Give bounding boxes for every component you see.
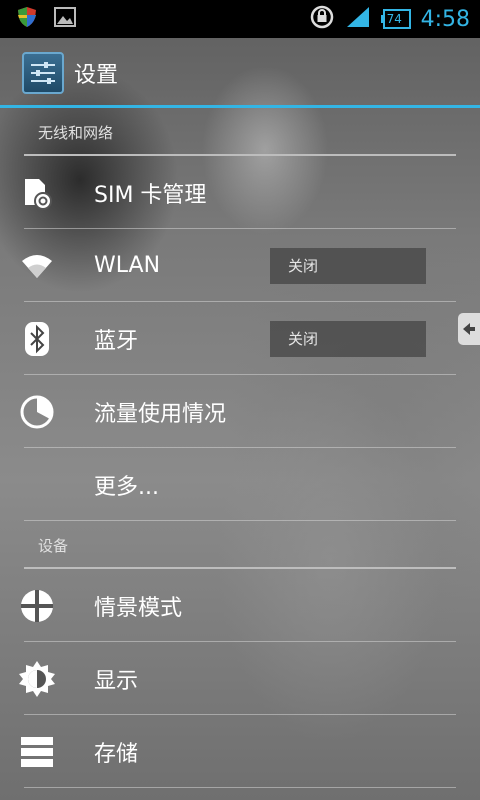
row-storage[interactable]: 存储 bbox=[0, 715, 480, 788]
display-icon bbox=[0, 660, 94, 698]
bluetooth-toggle[interactable]: 关闭 bbox=[270, 320, 426, 357]
section-header-device: 设备 bbox=[0, 521, 480, 569]
signal-icon bbox=[345, 5, 371, 33]
action-bar: 设置 bbox=[0, 38, 480, 108]
shield-icon bbox=[16, 6, 38, 32]
row-sim-management[interactable]: SIM 卡管理 bbox=[0, 156, 480, 229]
row-data-usage[interactable]: 流量使用情况 bbox=[0, 375, 480, 448]
bluetooth-icon bbox=[0, 321, 94, 357]
wlan-toggle[interactable]: 关闭 bbox=[270, 247, 426, 284]
battery-icon: 74 bbox=[380, 9, 411, 29]
status-bar: 74 4:58 bbox=[0, 0, 480, 38]
arrow-left-icon bbox=[463, 323, 475, 335]
row-display[interactable]: 显示 bbox=[0, 642, 480, 715]
settings-icon[interactable] bbox=[22, 52, 64, 94]
row-label-sim: SIM 卡管理 bbox=[94, 182, 207, 208]
clock: 4:58 bbox=[420, 6, 470, 32]
wifi-icon bbox=[0, 251, 94, 281]
rotation-lock-icon bbox=[309, 4, 335, 34]
row-profiles[interactable]: 情景模式 bbox=[0, 569, 480, 642]
row-label-profiles: 情景模式 bbox=[94, 595, 183, 621]
image-icon bbox=[54, 7, 76, 31]
page-title: 设置 bbox=[74, 63, 119, 88]
row-label-data-usage: 流量使用情况 bbox=[94, 401, 227, 427]
side-panel-handle[interactable] bbox=[458, 313, 480, 345]
profiles-icon bbox=[0, 588, 94, 624]
settings-list: 无线和网络 SIM 卡管理 WLAN 关闭 蓝牙 关闭 流量使用情况 更多...… bbox=[0, 108, 480, 800]
row-wlan[interactable]: WLAN 关闭 bbox=[0, 229, 480, 302]
row-more[interactable]: 更多... bbox=[0, 448, 480, 521]
section-header-wireless: 无线和网络 bbox=[0, 108, 480, 156]
row-label-more: 更多... bbox=[94, 474, 159, 500]
row-label-display: 显示 bbox=[94, 668, 139, 694]
storage-icon bbox=[0, 736, 94, 768]
row-bluetooth[interactable]: 蓝牙 关闭 bbox=[0, 302, 480, 375]
data-usage-icon bbox=[0, 394, 94, 430]
row-label-storage: 存储 bbox=[94, 741, 139, 767]
sim-icon bbox=[0, 175, 94, 211]
